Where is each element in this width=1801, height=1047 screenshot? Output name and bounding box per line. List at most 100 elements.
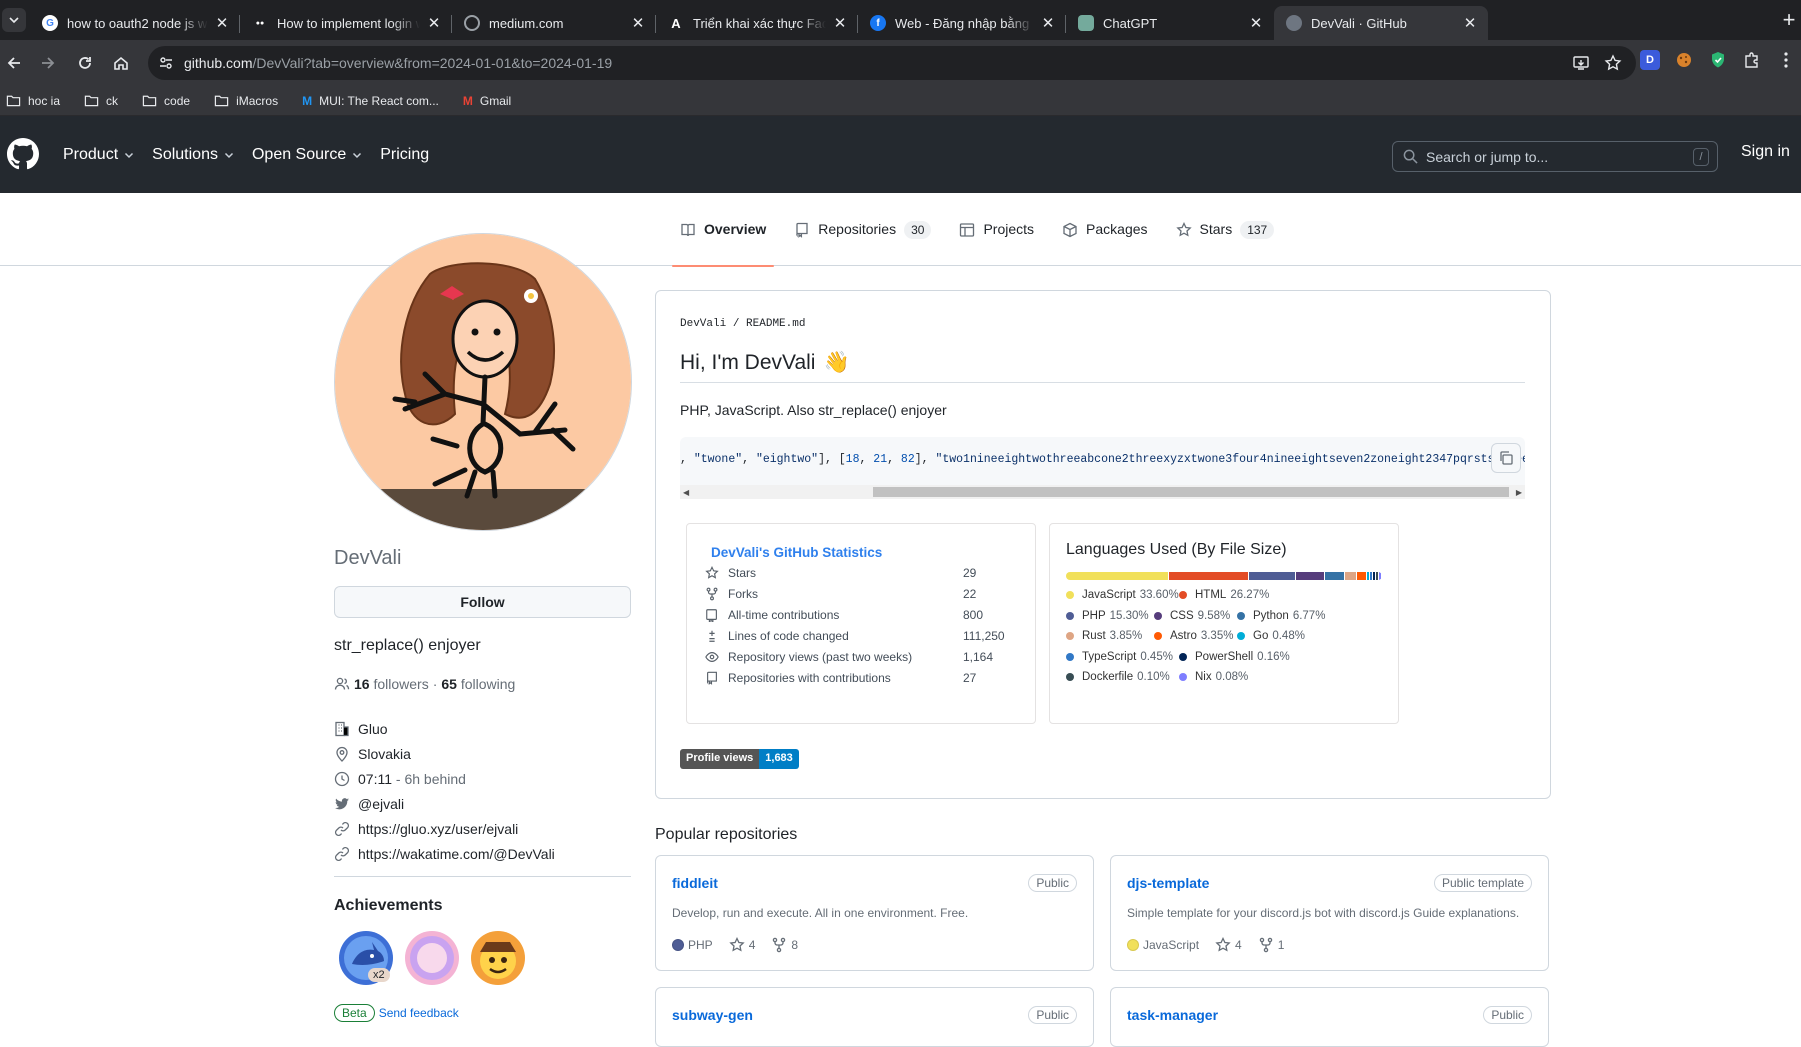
twitter-icon (334, 796, 350, 812)
following-link[interactable]: 65 following (441, 676, 515, 692)
bookmark-label: MUI: The React com... (319, 93, 439, 108)
close-tab-icon[interactable]: ✕ (214, 14, 230, 32)
bookmark-item[interactable]: ck (84, 93, 118, 108)
stats-label: Stars (728, 566, 757, 580)
stats-row: Repositories with contributions 27 (705, 671, 1015, 685)
twitter-row[interactable]: @ejvali (334, 791, 631, 816)
readme-path-file[interactable]: README.md (746, 318, 805, 330)
github-logo-icon[interactable] (7, 138, 39, 170)
nav-item-product[interactable]: Product (63, 146, 135, 164)
close-tab-icon[interactable]: ✕ (630, 14, 646, 32)
install-app-button[interactable] (1572, 54, 1590, 72)
browser-tab[interactable]: medium.com ✕ (452, 6, 656, 40)
location-text: Slovakia (358, 745, 411, 762)
achievement-quickdraw-badge[interactable] (470, 930, 526, 986)
browser-tab[interactable]: ChatGPT ✕ (1066, 6, 1274, 40)
stats-value: 27 (963, 671, 977, 685)
followers-link[interactable]: 16 followers (354, 676, 429, 692)
follow-button[interactable]: Follow (334, 586, 631, 618)
browser-tab[interactable]: f Web - Đăng nhập bằng Facebo ✕ (858, 6, 1066, 40)
stats-label: Forks (728, 587, 758, 601)
repo-forks-link[interactable]: 1 (1258, 937, 1284, 953)
new-tab-button[interactable]: + (1777, 8, 1801, 32)
scroll-right-icon[interactable]: ▶ (1516, 488, 1522, 497)
close-tab-icon[interactable]: ✕ (1462, 14, 1478, 32)
tab-packages[interactable]: Packages (1054, 221, 1155, 266)
reload-button[interactable] (73, 51, 97, 75)
nav-item-solutions[interactable]: Solutions (152, 146, 235, 164)
search-placeholder: Search or jump to... (1426, 148, 1549, 165)
repo-stars-link[interactable]: 4 (729, 937, 755, 953)
browser-tab-strip: Ghow to oauth2 node js with face ✕ ●● How t… (0, 0, 1801, 40)
repo-forks-link[interactable]: 8 (771, 937, 798, 953)
website-row-1[interactable]: https://gluo.xyz/user/ejvali (334, 816, 631, 841)
horizontal-scrollbar[interactable]: ◀ ▶ (680, 485, 1525, 499)
tab-repositories[interactable]: Repositories 30 (786, 221, 939, 266)
language-color-dot (1154, 611, 1162, 620)
website-row-2[interactable]: https://wakatime.com/@DevVali (334, 841, 631, 866)
readme-path-user[interactable]: DevVali (680, 318, 726, 330)
code-line: , "twone", "eightwo"], [18, 21, 82], "tw… (680, 453, 1525, 466)
nav-item-open-source[interactable]: Open Source (252, 146, 363, 164)
scroll-left-icon[interactable]: ◀ (683, 488, 689, 497)
back-button[interactable] (2, 51, 26, 75)
repo-name-link[interactable]: subway-gen (672, 1007, 753, 1023)
tab-label: Packages (1086, 221, 1148, 237)
tab-projects[interactable]: Projects (951, 221, 1042, 266)
repo-name-link[interactable]: fiddleit (672, 875, 718, 891)
cookie-icon (1677, 53, 1691, 67)
bookmark-item[interactable]: M MUI: The React com... (302, 94, 439, 108)
bookmark-item[interactable]: code (142, 93, 190, 108)
bookmark-star-button[interactable] (1604, 54, 1622, 72)
star-icon (1215, 937, 1235, 953)
close-tab-icon[interactable]: ✕ (1040, 14, 1056, 32)
extensions-button[interactable] (1742, 50, 1762, 70)
browser-tab[interactable]: A Triển khai xác thực Facebook ar ✕ (656, 6, 858, 40)
nav-item-label: Open Source (251, 145, 347, 163)
site-info-button[interactable] (158, 55, 174, 71)
tab-label: Overview (704, 221, 767, 237)
a-letter-icon: A (671, 15, 681, 31)
search-input[interactable]: Search or jump to... / (1392, 141, 1718, 172)
nav-item-pricing[interactable]: Pricing (380, 146, 429, 164)
bookmark-item[interactable]: iMacros (214, 93, 278, 108)
shield-extension-icon[interactable] (1708, 50, 1728, 70)
forward-button[interactable] (36, 51, 60, 75)
avatar[interactable] (334, 233, 632, 531)
close-tab-icon[interactable]: ✕ (1248, 14, 1264, 32)
close-tab-icon[interactable]: ✕ (426, 14, 442, 32)
extension-d-icon[interactable]: D (1640, 50, 1660, 70)
achievement-yolo-badge[interactable] (404, 930, 460, 986)
browser-tab-title: ChatGPT (1103, 15, 1158, 31)
repo-name-link[interactable]: task-manager (1127, 1007, 1218, 1023)
browser-tab[interactable]: DevVali · GitHub ✕ (1274, 6, 1488, 40)
tab-stars[interactable]: Stars 137 (1168, 221, 1283, 266)
profile-views-count: 1,683 (759, 749, 799, 769)
achievement-pull-shark-badge[interactable]: x2 (338, 930, 394, 986)
repo-stars-link[interactable]: 4 (1215, 937, 1242, 953)
languages-card: Languages Used (By File Size) JavaScript… (1049, 523, 1399, 724)
address-bar[interactable]: github.com/DevVali?tab=overview&from=202… (148, 46, 1636, 80)
home-button[interactable] (109, 51, 133, 75)
tab-overview[interactable]: Overview (672, 221, 775, 267)
browser-tab[interactable]: Ghow to oauth2 node js with face ✕ (30, 6, 240, 40)
bookmark-item[interactable]: M Gmail (463, 94, 511, 108)
repo-card: task-manager Public (1110, 987, 1549, 1047)
sign-in-link[interactable]: Sign in (1741, 143, 1790, 161)
globe-icon (464, 15, 480, 31)
repo-name-link[interactable]: djs-template (1127, 875, 1209, 891)
copy-button[interactable] (1491, 443, 1521, 473)
repo-description: Develop, run and execute. All in one env… (672, 906, 969, 920)
stats-card-title: DevVali's GitHub Statistics (711, 545, 883, 560)
cookie-extension-icon[interactable] (1674, 50, 1694, 70)
browser-menu-button[interactable] (1776, 50, 1796, 70)
send-feedback-link[interactable]: Send feedback (379, 1006, 459, 1020)
close-tab-icon[interactable]: ✕ (832, 14, 848, 32)
code-token: 21 (873, 453, 888, 466)
tab-search-button[interactable] (2, 8, 26, 32)
waving-hand-icon: 👋 (823, 351, 850, 374)
browser-tab[interactable]: ●● How to implement login with Fa ✕ (240, 6, 452, 40)
website-link: https://gluo.xyz/user/ejvali (358, 820, 519, 837)
scrollbar-thumb[interactable] (873, 487, 1509, 497)
bookmark-item[interactable]: hoc ia (6, 93, 60, 108)
